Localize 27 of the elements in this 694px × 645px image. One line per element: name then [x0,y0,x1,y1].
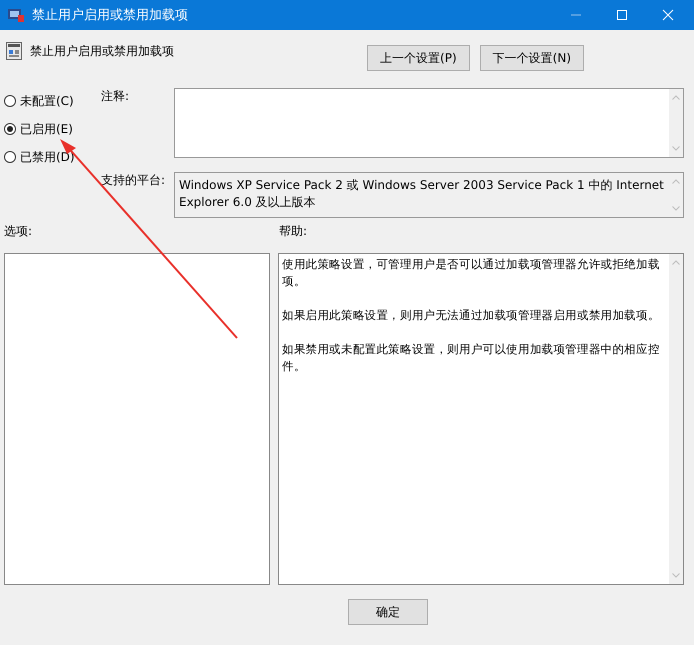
scroll-up-icon[interactable] [672,178,680,184]
help-paragraph: 使用此策略设置，可管理用户是否可以通过加载项管理器允许或拒绝加载项。 [282,256,661,290]
scroll-down-icon[interactable] [672,573,680,578]
help-paragraph: 如果启用此策略设置，则用户无法通过加载项管理器启用或禁用加载项。 [282,307,661,324]
nav-button[interactable]: 下一个设置(N) [480,45,584,71]
policy-icon [6,42,22,60]
scroll-down-icon[interactable] [672,146,680,151]
scroll-up-icon[interactable] [672,260,680,265]
scroll-down-icon[interactable] [672,206,680,210]
radio-option[interactable]: 已禁用(D) [4,148,75,166]
window-title: 禁止用户启用或禁用加载项 [32,7,189,24]
comment-field[interactable] [174,88,684,158]
maximize-icon[interactable] [616,9,628,21]
scroll-up-icon[interactable] [672,95,680,100]
help-paragraph: 如果禁用或未配置此策略设置，则用户可以使用加载项管理器中的相应控件。 [282,341,661,375]
options-label: 选项: [4,223,34,240]
radio-option[interactable]: 已启用(E) [4,120,73,138]
policy-window-icon [8,8,24,22]
radio-option[interactable]: 未配置(C) [4,92,74,110]
platform-label: 支持的平台: [101,172,166,188]
close-icon[interactable] [662,9,674,21]
policy-title: 禁止用户启用或禁用加载项 [30,42,174,60]
comment-label: 注释: [101,88,130,105]
ok-button[interactable]: 确定 [348,599,428,625]
platform-field: Windows XP Service Pack 2 或 Windows Server 2003 Service Pack 1 中的 Internet Explorer 6.0 及以上版本 [174,172,684,218]
nav-button[interactable]: 上一个设置(P) [367,45,470,71]
help-label: 帮助: [279,223,308,240]
